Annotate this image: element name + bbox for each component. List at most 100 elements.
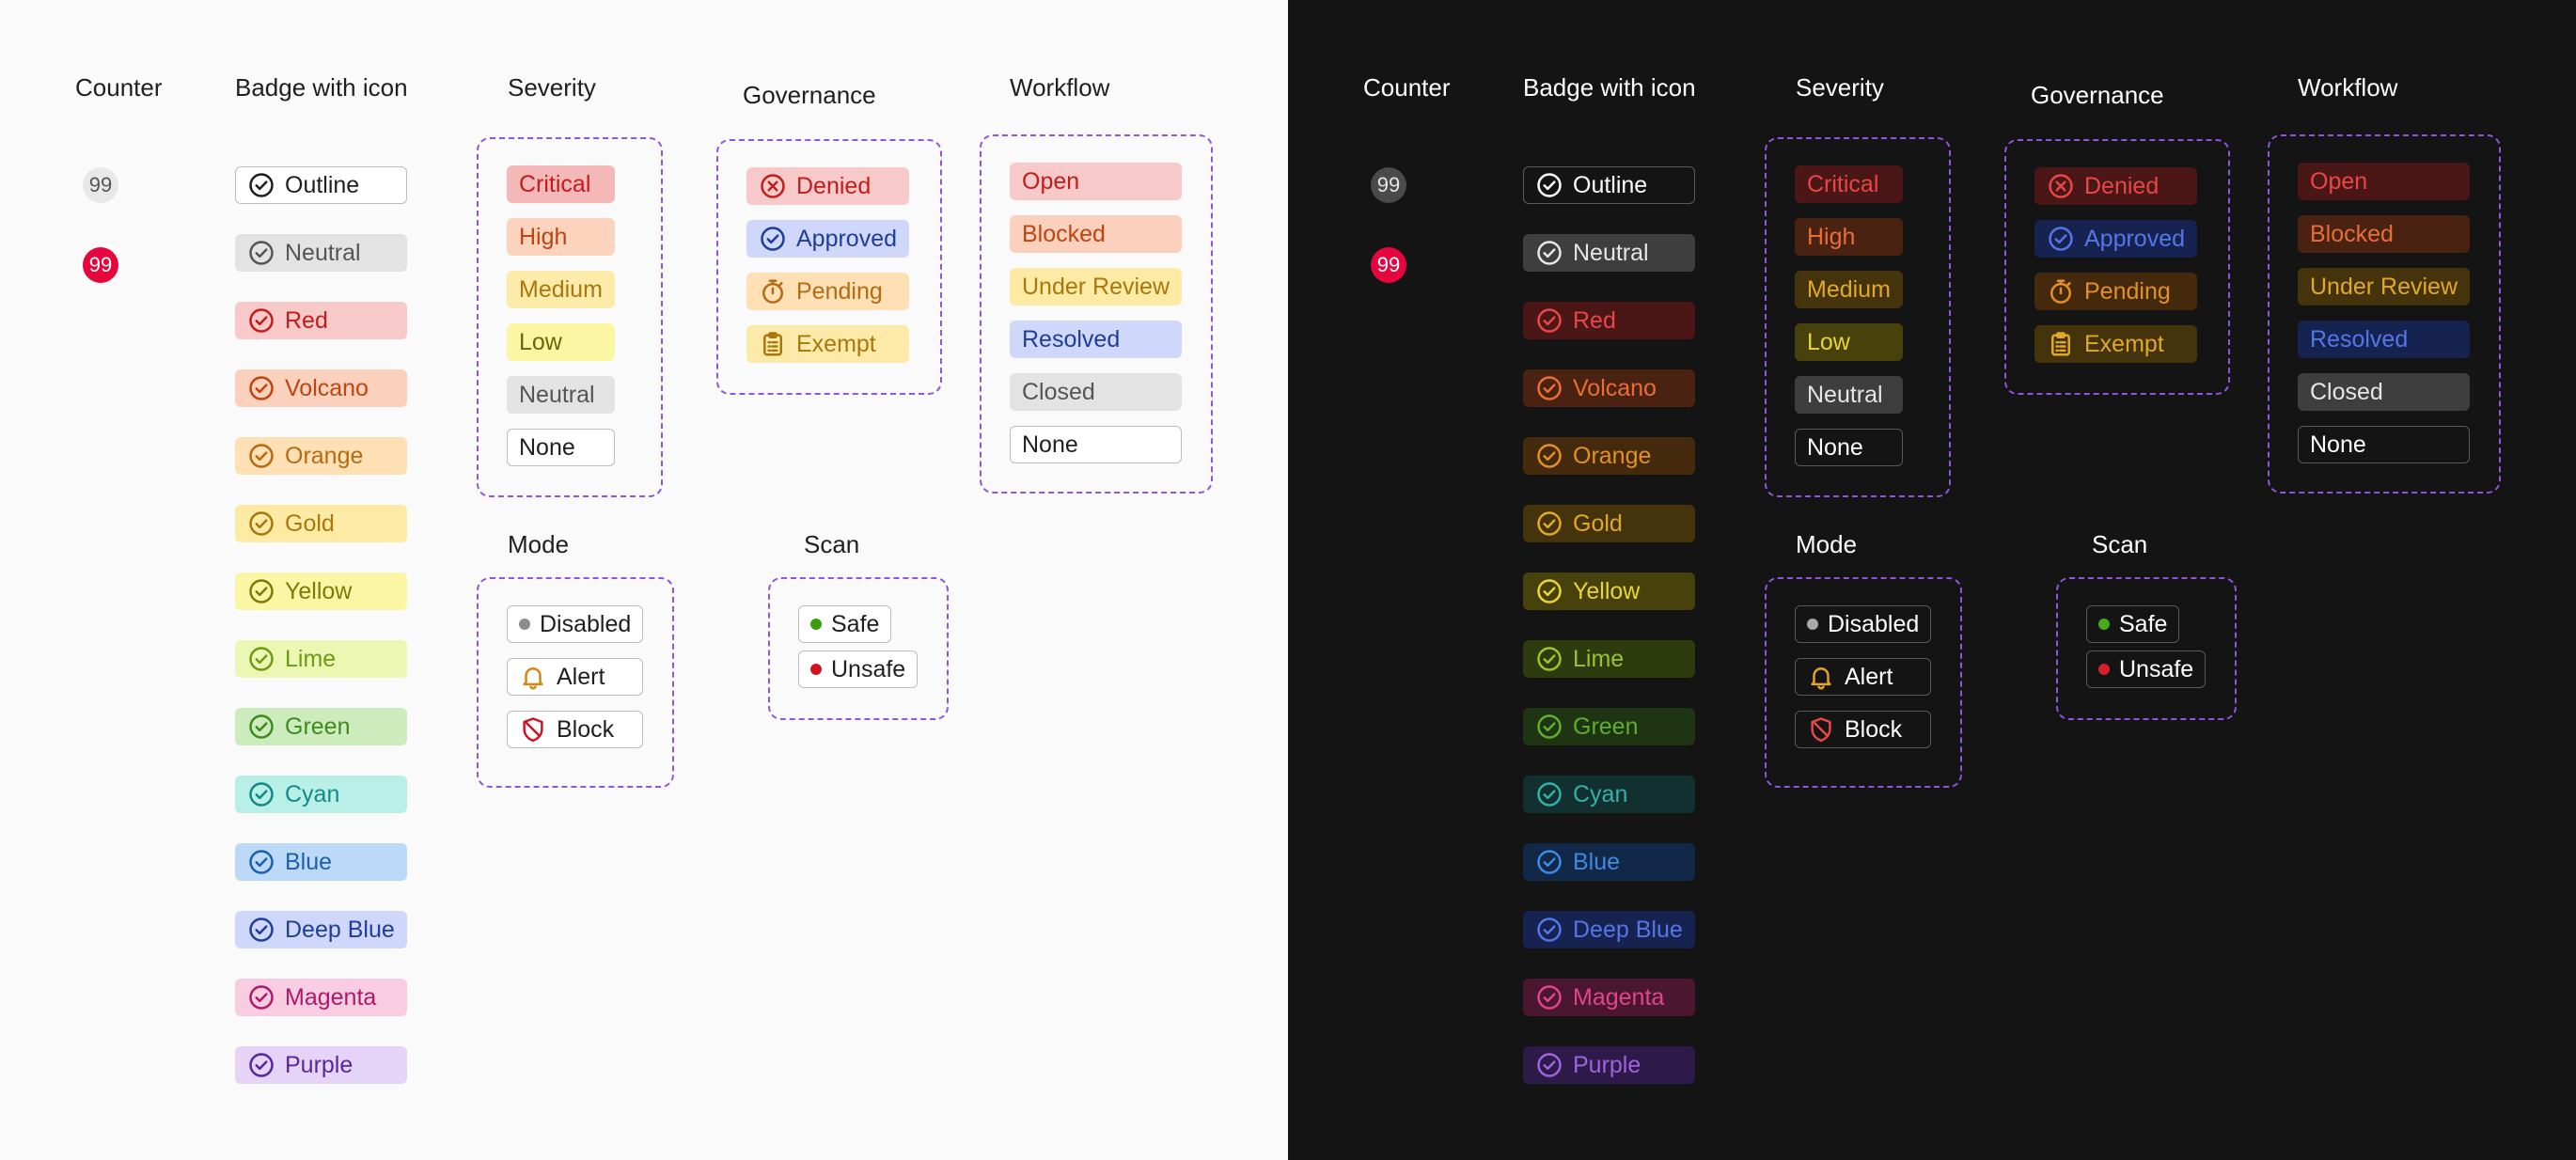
check-circle-icon [759,225,787,253]
badge-label: Volcano [285,374,369,401]
severity-badge-0: Critical [507,165,615,203]
badge-label: Blue [1573,848,1621,875]
section-title-mode: Mode [1796,530,1858,558]
badge-label: Red [1573,306,1616,334]
badge-label: Green [285,713,351,740]
severity-badge-1: High [507,218,615,256]
badge-label: Yellow [1573,577,1641,604]
badge-label: Exempt [796,330,876,357]
badge-magenta: Magenta [1523,979,1695,1016]
clipboard-icon [2047,330,2075,358]
badge-yellow: Yellow [235,572,407,610]
check-circle-icon [247,916,275,944]
badge-label: Alert [1845,663,1893,690]
severity-group: Critical High Medium Low Neutral None [1765,137,1951,497]
badge-label: Gold [285,509,335,537]
check-circle-icon [247,171,275,199]
badge-label: Medium [1807,275,1891,303]
badge-label: None [2310,431,2366,458]
severity-badge-5: None [1795,429,1903,466]
section-title-severity: Severity [1796,73,1884,102]
check-circle-icon [247,1051,275,1079]
badge-label: Critical [519,170,591,197]
badge-label: Block [557,715,615,743]
section-title-counter: Counter [75,73,163,102]
workflow-group: Open Blocked Under Review Resolved Closed Non… [980,134,1213,494]
check-circle-icon [247,509,275,538]
badge-label: Red [285,306,328,334]
workflow-group: Open Blocked Under Review Resolved Closed Non… [2268,134,2501,494]
counter-badge: 99 [83,167,118,203]
badge-label: Approved [2084,225,2186,252]
governance-badge-3: Exempt [2034,325,2198,363]
badge-label: Under Review [1022,273,1170,300]
mode-badge-alert: Alert [507,658,644,696]
mode-group: Disabled Alert Block [477,577,674,788]
badge-label: High [1807,223,1856,250]
bell-icon [1807,663,1835,691]
badge-purple: Purple [1523,1046,1695,1084]
section-title-workflow: Workflow [1010,73,1110,102]
mode-badge-block: Block [507,711,644,748]
mode-badge-alert: Alert [1795,658,1932,696]
badge-green: Green [235,708,407,745]
status-dot-icon [2098,664,2110,675]
workflow-badge-3: Resolved [2298,321,2471,358]
badge-label: Green [1573,713,1639,740]
check-circle-icon [1535,171,1563,199]
badge-blue: Blue [235,843,407,881]
section-title-scan: Scan [2092,530,2148,558]
badge-label: Orange [1573,442,1652,469]
badge-label: Neutral [1807,381,1883,408]
severity-badge-4: Neutral [507,376,615,414]
badge-label: Approved [796,225,898,252]
badge-label: Exempt [2084,330,2164,357]
check-circle-icon [247,713,275,741]
badge-label: Gold [1573,509,1623,537]
badge-label: None [519,433,575,461]
badge-label: Block [1845,715,1903,743]
badge-label: Pending [2084,277,2171,305]
severity-group: Critical High Medium Low Neutral None [477,137,663,497]
governance-badge-1: Approved [746,220,910,258]
check-circle-icon [1535,239,1563,267]
badge-label: Neutral [1573,239,1649,266]
badge-outline: Outline [235,166,407,204]
badge-neutral: Neutral [235,234,407,272]
badge-gold: Gold [1523,505,1695,542]
status-dot-icon [2098,619,2110,630]
section-title-scan: Scan [804,530,860,558]
check-circle-icon [1535,577,1563,605]
check-circle-icon [247,983,275,1011]
badge-label: Blocked [1022,220,1106,247]
badge-deepblue: Deep Blue [1523,911,1695,948]
badge-label: Safe [2119,610,2168,637]
badge-label: Open [2310,167,2368,195]
workflow-badge-3: Resolved [1010,321,1183,358]
check-circle-icon [2047,225,2075,253]
badge-label: Disabled [1828,610,1920,637]
badge-label: Critical [1807,170,1879,197]
stopwatch-icon [2047,277,2075,306]
status-dot-icon [810,664,822,675]
workflow-badge-2: Under Review [1010,268,1183,306]
badge-label: Magenta [285,983,377,1011]
workflow-badge-4: Closed [1010,373,1183,411]
badge-label: Yellow [285,577,353,604]
severity-badge-3: Low [507,323,615,361]
status-dot-icon [519,619,530,630]
badge-label: Cyan [285,780,340,807]
status-dot-icon [1807,619,1818,630]
check-circle-icon [1535,780,1563,808]
check-circle-icon [247,239,275,267]
governance-badge-0: Denied [2034,167,2198,205]
badge-red: Red [1523,302,1695,339]
badge-label: Resolved [1022,325,1121,353]
badge-label: Safe [831,610,880,637]
counter-badge: 99 [1371,167,1406,203]
shield-slash-icon [1807,715,1835,744]
section-title-counter: Counter [1363,73,1451,102]
clipboard-icon [759,330,787,358]
workflow-badge-0: Open [1010,163,1183,200]
check-circle-icon [1535,713,1563,741]
